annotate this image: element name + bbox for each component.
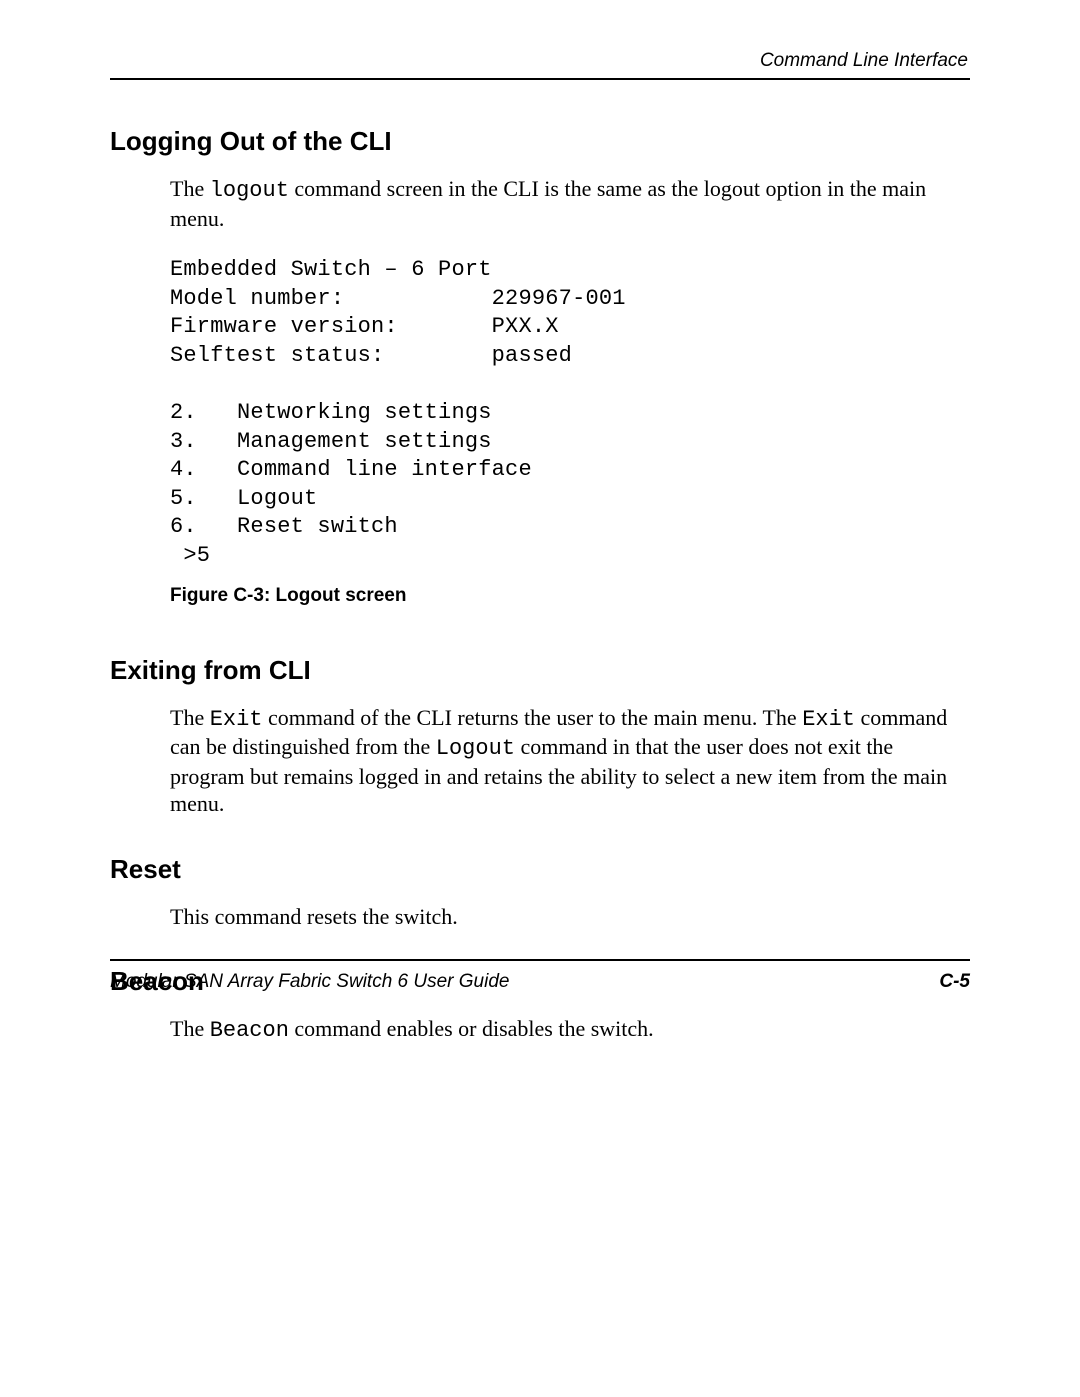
terminal-line: Firmware version: PXX.X bbox=[170, 314, 559, 339]
terminal-output: Embedded Switch – 6 Port Model number: 2… bbox=[170, 256, 970, 571]
para-exiting-cli: The Exit command of the CLI returns the … bbox=[170, 704, 970, 818]
page-footer: Modular SAN Array Fabric Switch 6 User G… bbox=[110, 959, 970, 993]
body-logging-out: The logout command screen in the CLI is … bbox=[170, 175, 970, 607]
code-inline-beacon: Beacon bbox=[210, 1018, 289, 1043]
body-beacon: The Beacon command enables or disables t… bbox=[170, 1015, 970, 1045]
footer-doc-title: Modular SAN Array Fabric Switch 6 User G… bbox=[110, 971, 509, 992]
heading-logging-out: Logging Out of the CLI bbox=[110, 126, 970, 157]
terminal-line: 2. Networking settings bbox=[170, 400, 492, 425]
code-inline-exit: Exit bbox=[802, 707, 855, 732]
page-content: Command Line Interface Logging Out of th… bbox=[110, 50, 970, 1075]
figure-caption: Figure C-3: Logout screen bbox=[170, 585, 970, 607]
terminal-line: 6. Reset switch bbox=[170, 514, 398, 539]
footer-page-number: C-5 bbox=[939, 971, 970, 993]
para-beacon: The Beacon command enables or disables t… bbox=[170, 1015, 970, 1045]
body-exiting-cli: The Exit command of the CLI returns the … bbox=[170, 704, 970, 818]
running-header: Command Line Interface bbox=[110, 50, 970, 80]
terminal-line: Selftest status: passed bbox=[170, 343, 572, 368]
para-reset: This command resets the switch. bbox=[170, 903, 970, 931]
terminal-line: >5 bbox=[170, 543, 210, 568]
terminal-line: 3. Management settings bbox=[170, 429, 492, 454]
text-fragment: command enables or disables the switch. bbox=[289, 1016, 654, 1041]
text-fragment: The bbox=[170, 176, 210, 201]
terminal-line: 5. Logout bbox=[170, 486, 317, 511]
heading-reset: Reset bbox=[110, 854, 970, 885]
terminal-line: Embedded Switch – 6 Port bbox=[170, 257, 492, 282]
terminal-line: 4. Command line interface bbox=[170, 457, 532, 482]
body-reset: This command resets the switch. bbox=[170, 903, 970, 931]
code-inline-logout: Logout bbox=[436, 736, 515, 761]
text-fragment: command of the CLI returns the user to t… bbox=[263, 705, 803, 730]
code-inline-logout: logout bbox=[210, 178, 289, 203]
text-fragment: The bbox=[170, 1016, 210, 1041]
heading-exiting-cli: Exiting from CLI bbox=[110, 655, 970, 686]
para-logging-out: The logout command screen in the CLI is … bbox=[170, 175, 970, 232]
code-inline-exit: Exit bbox=[210, 707, 263, 732]
text-fragment: The bbox=[170, 705, 210, 730]
terminal-line: Model number: 229967-001 bbox=[170, 286, 626, 311]
